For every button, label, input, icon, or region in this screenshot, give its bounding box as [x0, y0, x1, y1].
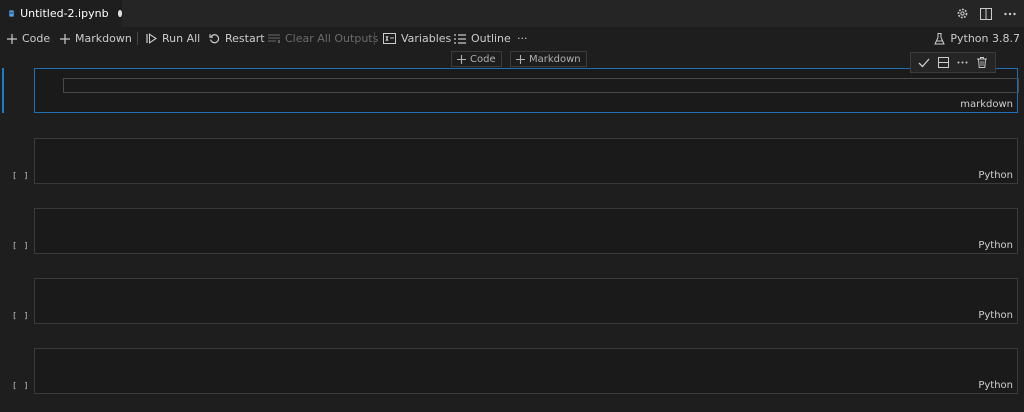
cell-language-label[interactable]: Python — [978, 380, 1013, 391]
execution-count: [ ] — [12, 311, 30, 320]
more-actions-icon[interactable] — [956, 56, 970, 70]
kernel-label: Python 3.8.7 — [950, 32, 1020, 45]
restart-icon — [209, 34, 220, 44]
cell-focus-indicator — [2, 68, 4, 113]
cell-language-label[interactable]: Python — [978, 240, 1013, 251]
add-markdown-label: Markdown — [75, 32, 132, 45]
cell-toolbar — [910, 52, 996, 73]
gear-icon[interactable] — [954, 6, 970, 22]
code-cell[interactable]: Python — [34, 348, 1018, 394]
toolbar-more-button[interactable]: ··· — [517, 27, 528, 50]
clear-all-icon — [268, 34, 280, 43]
notebook-file-icon — [9, 10, 14, 17]
add-code-cell-button[interactable]: Code — [7, 27, 50, 50]
unsaved-dot-icon[interactable] — [117, 10, 122, 17]
variables-button[interactable]: Variables — [383, 27, 451, 50]
execution-count: [ ] — [12, 381, 30, 390]
restart-label: Restart — [225, 32, 265, 45]
insert-markdown-label: Markdown — [529, 53, 581, 65]
notebook-toolbar: Code Markdown Run All Restart Clear All … — [0, 27, 1024, 50]
outline-button[interactable]: Outline — [454, 27, 511, 50]
restart-button[interactable]: Restart — [209, 27, 265, 50]
add-code-label: Code — [22, 32, 51, 45]
outline-label: Outline — [471, 32, 511, 45]
run-all-icon — [146, 33, 157, 44]
run-all-label: Run All — [162, 32, 201, 45]
outline-icon — [454, 33, 466, 44]
insert-markdown-cell-button[interactable]: Markdown — [510, 51, 587, 67]
split-cell-icon[interactable] — [936, 56, 950, 70]
toolbar-divider — [374, 32, 375, 45]
kernel-picker[interactable]: Python 3.8.7 — [934, 27, 1020, 50]
variables-icon — [383, 33, 396, 44]
code-cell[interactable]: Python — [34, 138, 1018, 184]
insert-code-label: Code — [470, 53, 496, 65]
split-editor-icon[interactable] — [978, 6, 994, 22]
cell-language-label[interactable]: Python — [978, 170, 1013, 181]
tab-label: Untitled-2.ipynb — [20, 7, 109, 20]
code-cell[interactable]: Python — [34, 278, 1018, 324]
trash-icon[interactable] — [975, 56, 989, 70]
plus-icon — [516, 54, 525, 64]
editor-actions — [954, 0, 1018, 27]
more-label: ··· — [517, 32, 528, 45]
markdown-editor[interactable] — [63, 78, 1019, 93]
cell-language-label[interactable]: Python — [978, 310, 1013, 321]
markdown-cell[interactable]: markdown — [34, 68, 1019, 113]
check-icon[interactable] — [917, 56, 931, 70]
plus-icon — [7, 33, 17, 44]
code-cell[interactable]: Python — [34, 208, 1018, 254]
editor-tab-bar: Untitled-2.ipynb — [0, 0, 1024, 28]
variables-label: Variables — [401, 32, 452, 45]
run-all-button[interactable]: Run All — [146, 27, 200, 50]
execution-count: [ ] — [12, 171, 30, 180]
toolbar-divider — [137, 32, 138, 45]
clear-all-outputs-label: Clear All Outputs — [285, 32, 379, 45]
tab-untitled-2[interactable]: Untitled-2.ipynb — [0, 0, 123, 27]
insert-code-cell-button[interactable]: Code — [451, 51, 502, 67]
plus-icon — [457, 54, 466, 64]
cell-language-label[interactable]: markdown — [960, 99, 1013, 110]
more-actions-icon[interactable] — [1002, 6, 1018, 22]
clear-all-outputs-button[interactable]: Clear All Outputs — [268, 27, 378, 50]
kernel-flask-icon — [934, 32, 946, 44]
add-markdown-cell-button[interactable]: Markdown — [60, 27, 132, 50]
execution-count: [ ] — [12, 241, 30, 250]
plus-icon — [60, 33, 70, 44]
